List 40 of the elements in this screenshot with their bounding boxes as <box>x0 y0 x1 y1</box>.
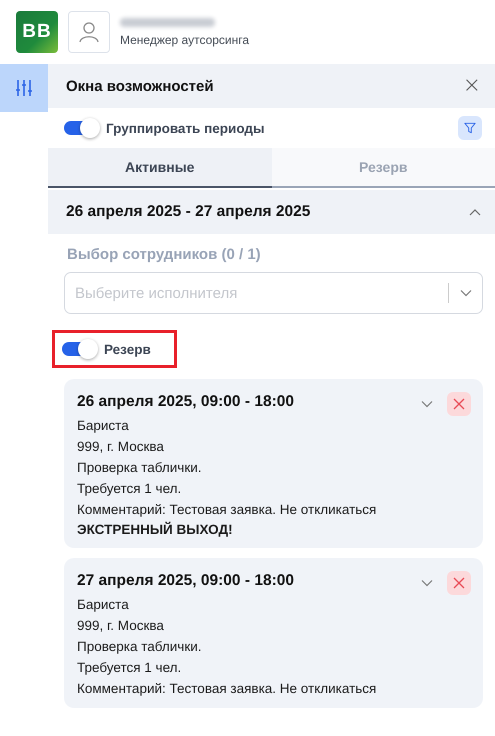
shift-detail: Бариста <box>77 596 130 614</box>
group-title: 26 апреля 2025 - 27 апреля 2025 <box>66 203 310 221</box>
sliders-icon <box>15 79 33 97</box>
filter-button[interactable] <box>458 116 482 140</box>
sidebar-item[interactable] <box>0 64 48 112</box>
collapse-icon[interactable] <box>469 208 481 216</box>
shift-detail: 999, г. Москва <box>77 617 165 635</box>
tab[interactable]: Активные <box>48 148 272 188</box>
shift-detail: 999, г. Москва <box>77 438 165 456</box>
filter-icon <box>464 121 476 135</box>
user-role: Менеджер аутсорсинга <box>120 32 250 46</box>
expand-button[interactable] <box>421 400 433 408</box>
dropdown-icon[interactable] <box>460 289 472 297</box>
chevron-icon <box>421 400 433 408</box>
delete-button[interactable] <box>447 571 471 595</box>
shift-detail: Требуется 1 чел. <box>77 659 182 677</box>
close-icon <box>453 577 465 589</box>
alert-text: ЭКСТРЕННЫЙ ВЫХОД! <box>77 520 234 539</box>
group-header[interactable]: 26 апреля 2025 - 27 апреля 2025 <box>48 190 495 234</box>
shift-detail: Комментарий: Тестовая заявка. Не откликаться <box>77 680 378 698</box>
toggle-label: Группировать периоды <box>106 120 264 136</box>
shift-title: 27 апреля 2025, 09:00 - 18:00 <box>77 572 294 590</box>
toggle-label: Резерв <box>104 342 151 356</box>
panel-title: Окна возможностей <box>66 78 214 94</box>
shift-title: 26 апреля 2025, 09:00 - 18:00 <box>77 393 294 411</box>
user-icon <box>78 21 100 43</box>
shift-detail: Бариста <box>77 417 130 435</box>
close-button[interactable]: × <box>462 75 481 97</box>
app-logo: BB <box>16 11 58 53</box>
shift-detail: Комментарий: Тестовая заявка. Не откликаться <box>77 501 378 519</box>
expand-button[interactable] <box>421 579 433 587</box>
delete-button[interactable] <box>447 392 471 416</box>
avatar-button[interactable] <box>68 11 110 53</box>
section-label: Выбор сотрудников (0 / 1) <box>67 246 262 263</box>
shift-detail: Проверка таблички. <box>77 638 203 656</box>
executor-select[interactable]: Выберите исполнителя <box>64 272 483 314</box>
close-icon <box>453 398 465 410</box>
shift-detail: Проверка таблички. <box>77 459 203 477</box>
chevron-icon <box>421 579 433 587</box>
shift-detail: Требуется 1 чел. <box>77 480 182 498</box>
